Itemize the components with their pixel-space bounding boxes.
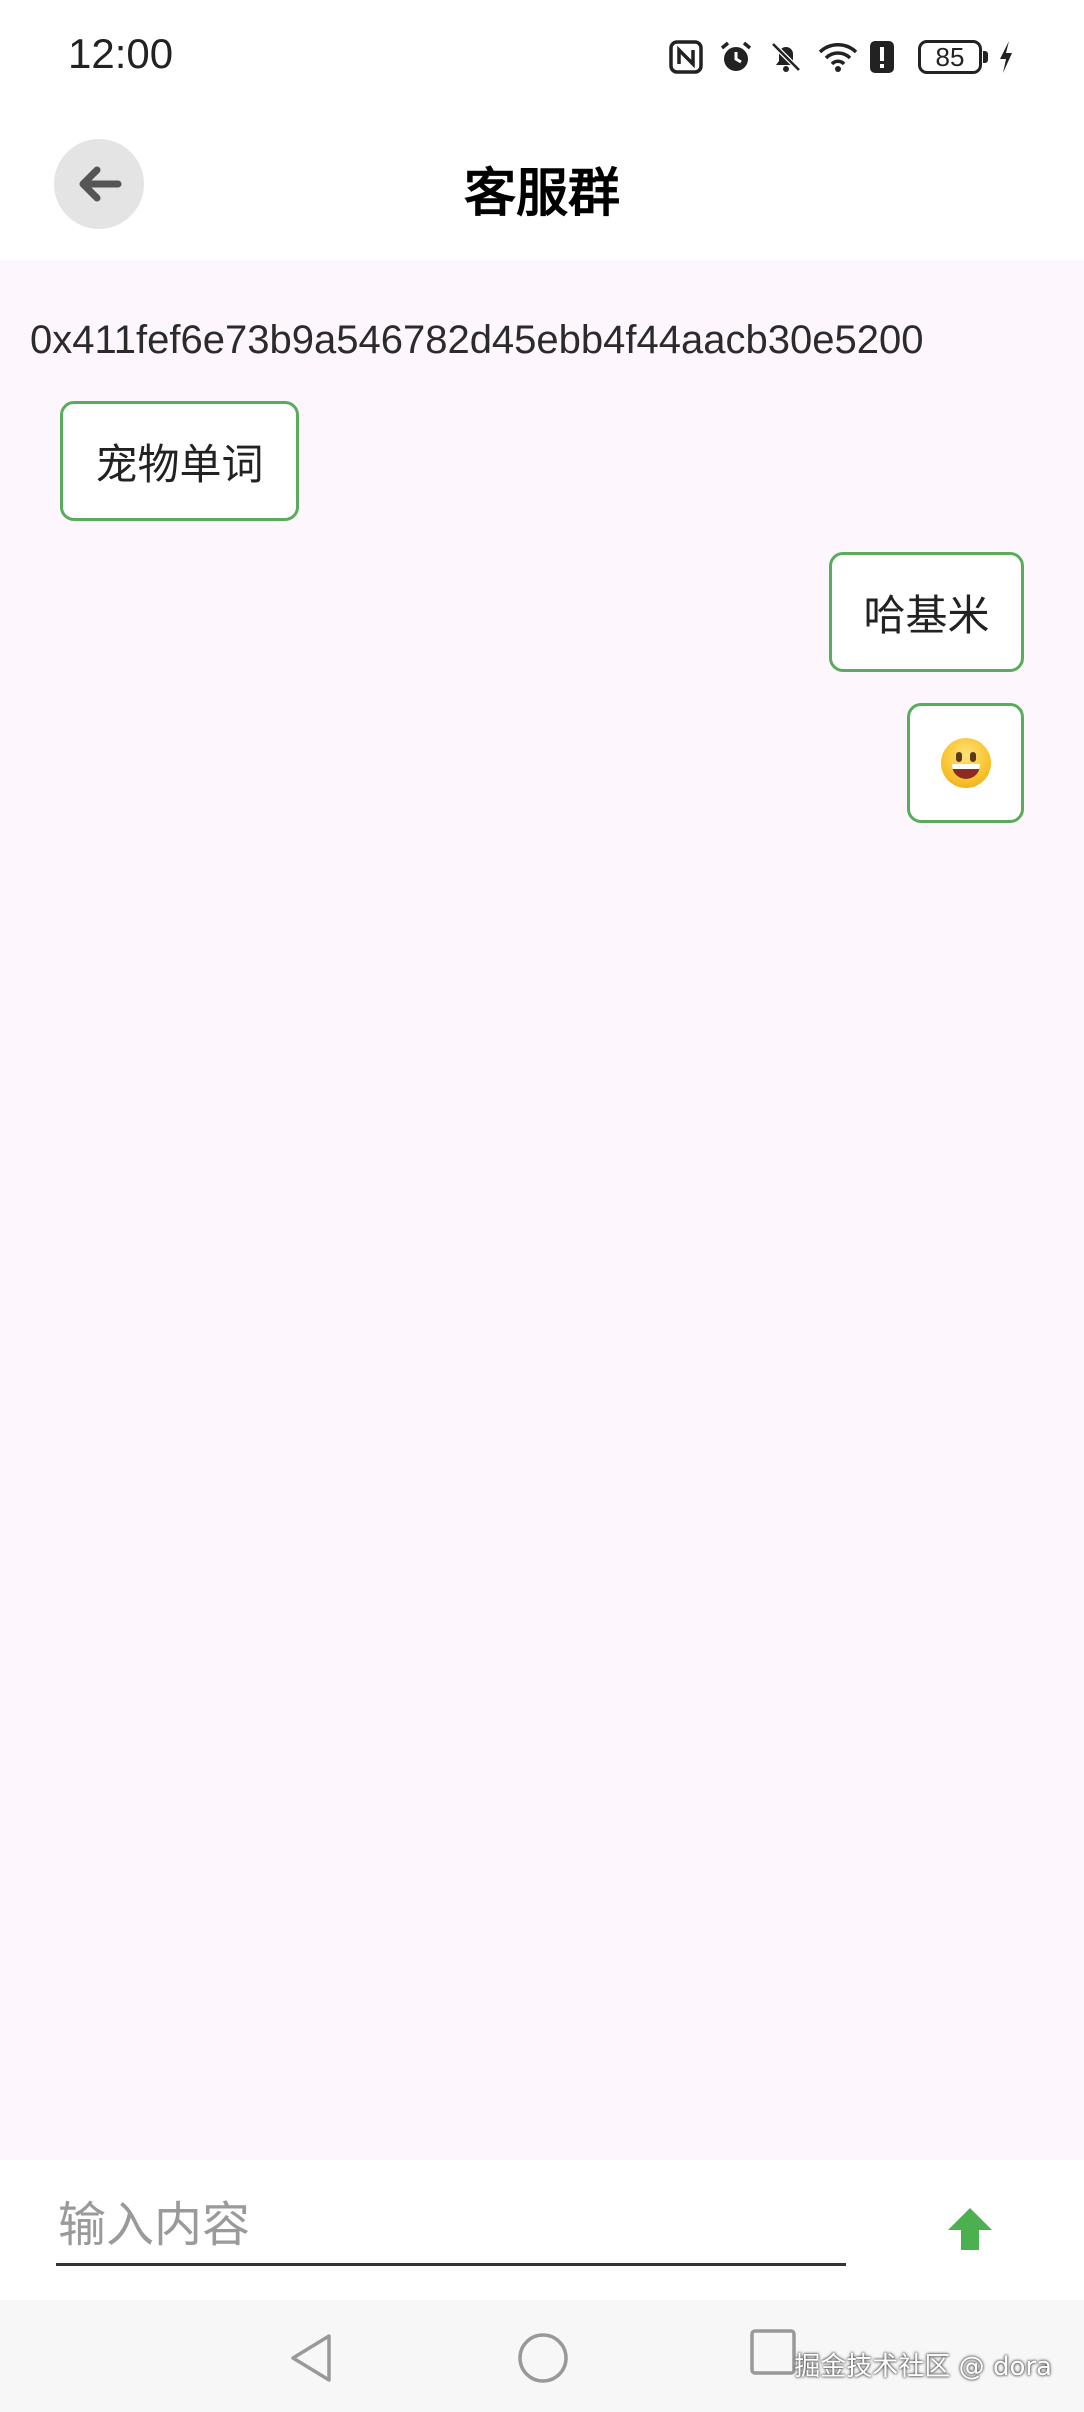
chat-user-id: 0x411fef6e73b9a546782d45ebb4f44aacb30e52… [30,318,924,362]
nav-home-button[interactable] [515,2330,571,2386]
message-text: 哈基米 [863,590,990,640]
triangle-back-icon [291,2334,331,2382]
arrow-up-icon [948,2208,992,2250]
send-button[interactable] [940,2200,1000,2260]
nav-back-button[interactable] [282,2330,338,2386]
app-bar: 客服群 [0,115,1084,260]
status-icons: 85 [668,34,1016,80]
charging-icon [996,39,1016,75]
input-bar [0,2160,1084,2300]
message-bubble-sent-emoji[interactable] [907,703,1024,823]
circle-home-icon [518,2333,568,2383]
square-recents-icon [750,2329,796,2375]
bell-off-icon [768,39,804,75]
message-input[interactable] [56,2186,846,2266]
nav-recents-button[interactable] [745,2324,801,2380]
system-nav-bar: 掘金技术社区 @ dora [0,2300,1084,2412]
page-title: 客服群 [463,164,620,224]
alert-icon [868,39,904,75]
grinning-face-emoji-icon [940,738,991,788]
message-bubble-received[interactable]: 宠物单词 [60,401,299,521]
nfc-icon [668,39,704,75]
battery-icon: 85 [918,40,988,74]
chat-area[interactable]: 0x411fef6e73b9a546782d45ebb4f44aacb30e52… [0,260,1084,2160]
watermark: 掘金技术社区 @ dora [794,2352,1052,2382]
message-bubble-sent[interactable]: 哈基米 [829,552,1024,672]
message-text: 宠物单词 [95,439,264,489]
status-bar: 12:00 85 [0,0,1084,115]
wifi-icon [818,39,858,75]
screen: 12:00 85 客服群 0x411fef6e73b9a546782d45ebb… [0,0,1084,2412]
status-time: 12:00 [68,30,174,77]
alarm-icon [718,39,754,75]
